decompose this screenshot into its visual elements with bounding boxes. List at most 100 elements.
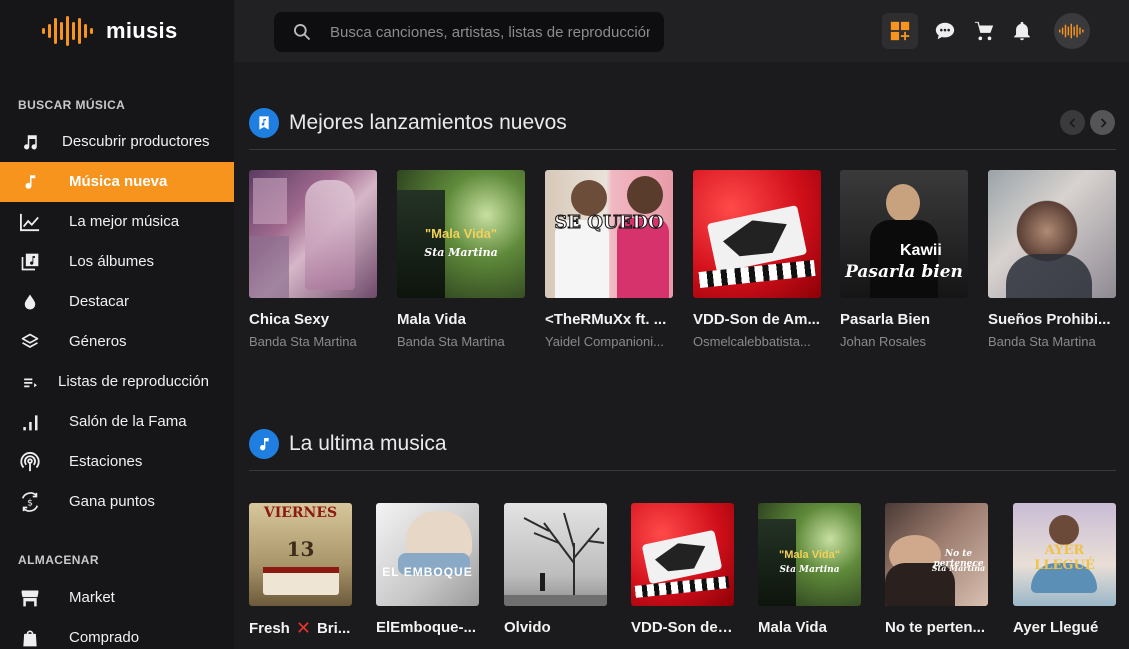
layers-icon <box>18 330 42 354</box>
search-input[interactable] <box>330 12 650 52</box>
album-cover[interactable]: Kawii Pasarla bien <box>840 170 968 298</box>
album-cover[interactable]: "Mala Vida" Sta Martina <box>758 503 861 606</box>
cart-button[interactable] <box>966 13 1002 49</box>
sidebar-item-market[interactable]: Market <box>0 578 234 618</box>
track-title[interactable]: Mala Vida <box>397 311 525 328</box>
carousel-prev-button[interactable] <box>1060 110 1085 135</box>
album-cover[interactable]: "Mala Vida" Sta Martina <box>397 170 525 298</box>
cover-subtext: Sta Martina <box>931 563 986 573</box>
dashboard-add-icon <box>890 21 910 41</box>
cross-mark-icon: ✕ <box>295 619 311 637</box>
latest-card[interactable]: AYER LLEGUÉ Ayer Llegué <box>1013 503 1116 636</box>
track-title[interactable]: <TheRMuXx ft. ... <box>545 311 673 328</box>
sidebar-item-label: Listas de reproducción <box>58 373 209 390</box>
sidebar-item-gana-puntos[interactable]: $ Gana puntos <box>0 482 234 522</box>
shopping-bag-icon <box>18 626 42 649</box>
section-heading: Mejores lanzamientos nuevos <box>289 111 567 134</box>
track-artist[interactable]: Yaidel Companioni... <box>545 334 673 349</box>
album-cover[interactable]: EL EMBOQUE <box>376 503 479 606</box>
svg-text:$: $ <box>27 498 33 509</box>
track-title[interactable]: Olvido <box>504 619 607 636</box>
album-cover[interactable] <box>693 170 821 298</box>
cover-subtext: Sta Martina <box>424 246 498 259</box>
sidebar: miusis BUSCAR MÚSICA Descubrir productor… <box>0 0 234 649</box>
brand-logo[interactable]: miusis <box>40 14 178 48</box>
messages-button[interactable] <box>927 13 963 49</box>
latest-card[interactable]: Olvido <box>504 503 607 636</box>
track-title[interactable]: VDD-Son de Am... <box>693 311 821 328</box>
latest-card[interactable]: VDD-Son de ... <box>631 503 734 636</box>
cover-text: "Mala Vida" <box>424 226 498 241</box>
sidebar-item-label: Géneros <box>69 333 127 350</box>
main-content: Mejores lanzamientos nuevos Chica Sexy B… <box>234 62 1129 649</box>
sidebar-item-label: La mejor música <box>69 213 180 230</box>
cart-icon <box>974 21 994 41</box>
sidebar-item-descubrir[interactable]: Descubrir productores <box>0 122 234 162</box>
latest-card[interactable]: No te pertenece Sta Martina No te perten… <box>885 503 988 636</box>
podcast-icon <box>18 450 42 474</box>
album-cover[interactable] <box>504 503 607 606</box>
track-title[interactable]: Mala Vida <box>758 619 861 636</box>
album-cover[interactable]: SE QUEDO <box>545 170 673 298</box>
track-artist[interactable]: Banda Sta Martina <box>988 334 1116 349</box>
music-note-icon <box>18 130 42 154</box>
sidebar-item-mejor-musica[interactable]: La mejor música <box>0 202 234 242</box>
music-note-badge-icon <box>249 429 279 459</box>
sidebar-item-label: Música nueva <box>69 173 168 190</box>
track-title-end: Bri... <box>316 619 351 637</box>
sidebar-item-musica-nueva[interactable]: Música nueva <box>0 162 234 202</box>
track-title[interactable]: ElEmboque-... <box>376 619 479 636</box>
sidebar-item-listas[interactable]: Listas de reproducción <box>0 362 234 402</box>
cover-subtext: 13 <box>286 537 315 561</box>
track-title[interactable]: Sueños Prohibi... <box>988 311 1116 328</box>
section-divider <box>249 470 1116 471</box>
track-title[interactable]: Ayer Llegué <box>1013 619 1116 636</box>
album-cover[interactable]: VIERNES 13 <box>249 503 352 606</box>
sidebar-item-label: Estaciones <box>69 453 143 470</box>
user-avatar[interactable] <box>1054 13 1090 49</box>
sidebar-item-label: Market <box>69 589 115 606</box>
bare-tree-image <box>504 512 607 606</box>
release-card[interactable]: "Mala Vida" Sta Martina Mala Vida Banda … <box>397 170 525 349</box>
sidebar-item-salon-fama[interactable]: Salón de la Fama <box>0 402 234 442</box>
cover-subtext: Pasarla bien <box>845 262 963 282</box>
cover-text: AYER LLEGUÉ <box>1034 543 1095 573</box>
album-cover[interactable] <box>988 170 1116 298</box>
album-cover[interactable]: No te pertenece Sta Martina <box>885 503 988 606</box>
release-card[interactable]: SE QUEDO <TheRMuXx ft. ... Yaidel Compan… <box>545 170 673 349</box>
track-artist[interactable]: Banda Sta Martina <box>397 334 525 349</box>
latest-card[interactable]: "Mala Vida" Sta Martina Mala Vida <box>758 503 861 636</box>
music-note-icon <box>18 170 42 194</box>
release-card[interactable]: Kawii Pasarla bien Pasarla Bien Johan Ro… <box>840 170 968 349</box>
album-cover[interactable] <box>631 503 734 606</box>
sidebar-item-destacar[interactable]: Destacar <box>0 282 234 322</box>
search-bar[interactable] <box>274 12 664 52</box>
sidebar-item-generos[interactable]: Géneros <box>0 322 234 362</box>
track-title[interactable]: VDD-Son de ... <box>631 619 734 636</box>
track-title[interactable]: Pasarla Bien <box>840 311 968 328</box>
track-title[interactable]: Chica Sexy <box>249 311 377 328</box>
latest-card[interactable]: EL EMBOQUE ElEmboque-... <box>376 503 479 636</box>
top-header <box>234 0 1129 62</box>
latest-card[interactable]: VIERNES 13 Fresh ✕ Bri... <box>249 503 352 637</box>
track-artist[interactable]: Johan Rosales <box>840 334 968 349</box>
sidebar-item-label: Gana puntos <box>69 493 155 510</box>
chevron-right-icon <box>1100 117 1107 128</box>
sidebar-item-comprado[interactable]: Comprado <box>0 618 234 649</box>
sidebar-item-estaciones[interactable]: Estaciones <box>0 442 234 482</box>
sidebar-item-albumes[interactable]: Los álbumes <box>0 242 234 282</box>
album-cover[interactable]: AYER LLEGUÉ <box>1013 503 1116 606</box>
release-card[interactable]: Sueños Prohibi... Banda Sta Martina <box>988 170 1116 349</box>
track-title[interactable]: No te perten... <box>885 619 988 636</box>
album-cover[interactable] <box>249 170 377 298</box>
track-title[interactable]: Fresh ✕ Bri... <box>249 619 352 637</box>
album-icon <box>18 250 42 274</box>
release-card[interactable]: Chica Sexy Banda Sta Martina <box>249 170 377 349</box>
notifications-button[interactable] <box>1004 13 1040 49</box>
track-artist[interactable]: Osmelcalebbatista... <box>693 334 821 349</box>
dashboard-add-button[interactable] <box>882 13 918 49</box>
sidebar-item-label: Comprado <box>69 629 140 646</box>
track-artist[interactable]: Banda Sta Martina <box>249 334 377 349</box>
release-card[interactable]: VDD-Son de Am... Osmelcalebbatista... <box>693 170 821 349</box>
carousel-next-button[interactable] <box>1090 110 1115 135</box>
